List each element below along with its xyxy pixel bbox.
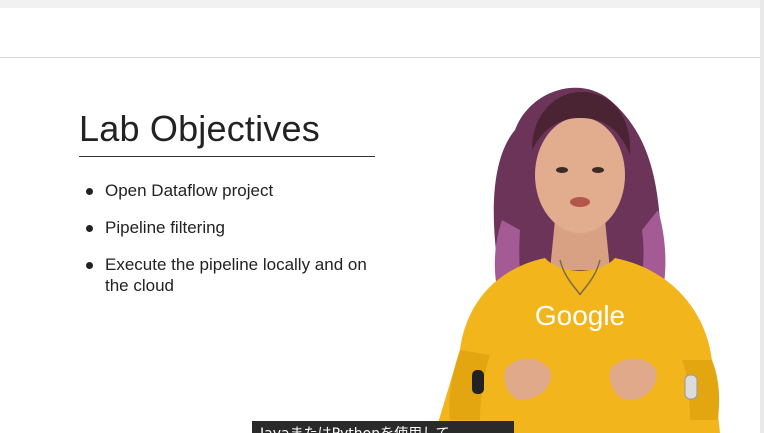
objective-text: Pipeline filtering xyxy=(105,218,226,237)
slide-title: Lab Objectives xyxy=(79,108,320,149)
objective-item: Open Dataflow project xyxy=(84,180,384,201)
presenter-video: Google xyxy=(435,87,720,433)
bullet-icon xyxy=(86,188,93,195)
title-divider xyxy=(79,156,375,157)
objective-item: Execute the pipeline locally and on the … xyxy=(84,254,384,296)
objective-item: Pipeline filtering xyxy=(84,217,384,238)
bullet-icon xyxy=(86,225,93,232)
caption-bar: JavaまたはPythonを使用して xyxy=(252,421,514,433)
objectives-list: Open Dataflow project Pipeline filtering… xyxy=(84,180,384,312)
objective-text: Open Dataflow project xyxy=(105,181,274,200)
bullet-icon xyxy=(86,262,93,269)
right-edge-scroll xyxy=(760,0,764,433)
caption-text: JavaまたはPythonを使用して xyxy=(260,423,450,433)
shirt-logo: Google xyxy=(535,300,625,331)
objective-text: Execute the pipeline locally and on the … xyxy=(105,255,367,295)
header-bar xyxy=(0,8,764,58)
